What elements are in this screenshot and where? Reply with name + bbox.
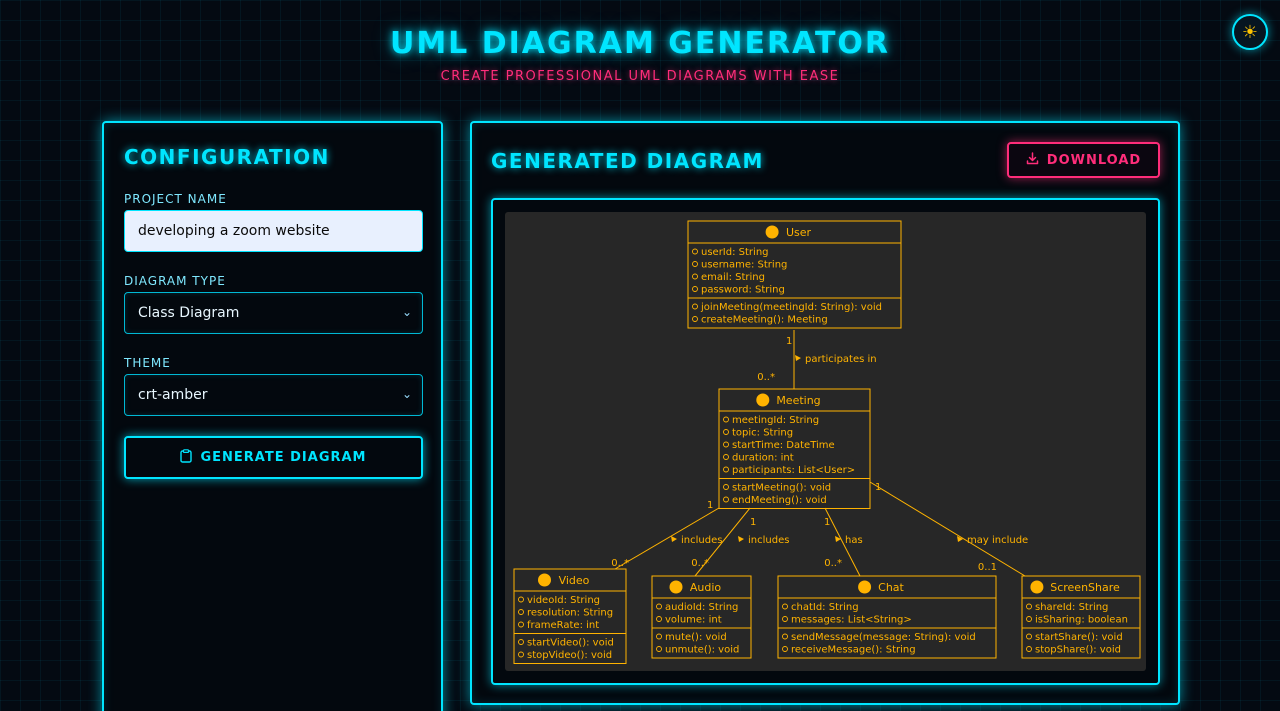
direction-arrow-icon — [795, 355, 801, 361]
relation-line — [869, 481, 1026, 577]
class-marker-icon — [538, 573, 551, 587]
multiplicity-label: 0..* — [611, 558, 629, 569]
uml-class-video[interactable]: Video videoId: String resolution: Stringfr… — [513, 568, 627, 664]
diagram-type-label: DIAGRAM TYPE — [124, 274, 226, 288]
multiplicity-label: 1 — [707, 500, 713, 511]
multiplicity-label: 0..1 — [978, 562, 997, 573]
uml-method: stopVideo(): void — [527, 650, 612, 661]
uml-attribute: startTime: DateTime — [732, 440, 835, 451]
relation-label: includes — [681, 535, 722, 546]
uml-attribute: topic: String — [732, 428, 793, 439]
theme-select[interactable]: crt-amber ⌄ — [124, 374, 423, 416]
download-button[interactable]: DOWNLOAD — [1007, 142, 1160, 178]
diagram-type-value: Class Diagram — [138, 305, 240, 321]
generate-diagram-button[interactable]: GENERATE DIAGRAM — [124, 436, 423, 479]
uml-attribute: frameRate: int — [527, 620, 599, 631]
chevron-down-icon: ⌄ — [401, 387, 412, 401]
uml-class-audio[interactable]: Audio audioId: String volume: int mute(): v… — [651, 575, 752, 659]
clipboard-icon — [180, 448, 193, 467]
app-subtitle: CREATE PROFESSIONAL UML DIAGRAMS WITH EA… — [440, 69, 840, 84]
class-marker-icon — [765, 225, 779, 239]
uml-attribute: shareId: String — [1035, 602, 1108, 613]
chevron-down-icon: ⌄ — [401, 305, 412, 319]
uml-method: startShare(): void — [1035, 632, 1123, 643]
class-marker-icon — [858, 580, 872, 594]
uml-class-name: ScreenShare — [1050, 581, 1120, 594]
relation-label: includes — [748, 535, 789, 546]
multiplicity-label: 0..* — [757, 372, 775, 383]
uml-class-name: Video — [559, 574, 590, 587]
uml-attribute: email: String — [701, 272, 765, 283]
generate-diagram-label: GENERATE DIAGRAM — [200, 450, 367, 465]
uml-method: receiveMessage(): String — [791, 645, 916, 656]
uml-class-screenshare[interactable]: ScreenShare shareId: String isSharing: boo… — [1021, 575, 1141, 659]
uml-method: startMeeting(): void — [732, 483, 831, 494]
class-marker-icon — [669, 580, 683, 594]
uml-attribute: username: String — [701, 260, 787, 271]
diagram-type-select[interactable]: Class Diagram ⌄ — [124, 292, 423, 334]
app-title: UML DIAGRAM GENERATOR — [389, 26, 891, 61]
uml-method: mute(): void — [665, 632, 727, 643]
uml-method: startVideo(): void — [527, 638, 614, 649]
uml-attribute: participants: List<User> — [732, 465, 855, 476]
uml-attribute: videoId: String — [527, 595, 600, 606]
theme-value: crt-amber — [138, 387, 208, 403]
multiplicity-label: 1 — [875, 482, 881, 493]
direction-arrow-icon — [738, 536, 744, 542]
uml-method: endMeeting(): void — [732, 495, 827, 506]
uml-attribute: isSharing: boolean — [1035, 615, 1128, 626]
multiplicity-label: 1 — [786, 336, 792, 347]
relation-label: has — [845, 535, 863, 546]
uml-relation-participates-in: participates in 1 0..* — [757, 330, 877, 389]
uml-class-name: Chat — [878, 581, 904, 594]
uml-attribute: meetingId: String — [732, 415, 819, 426]
uml-attribute: volume: int — [665, 615, 722, 626]
multiplicity-label: 1 — [824, 517, 830, 528]
uml-attribute: userId: String — [701, 247, 769, 258]
uml-class-meeting[interactable]: MeetingmeetingId: Stringtopic: Stringsta… — [718, 388, 871, 509]
uml-method: createMeeting(): Meeting — [701, 315, 828, 326]
uml-class-chat[interactable]: Chat chatId: String messages: List<String>… — [777, 575, 997, 659]
download-label: DOWNLOAD — [1046, 152, 1142, 168]
uml-class-name: Audio — [690, 581, 722, 594]
uml-class-name: Meeting — [776, 394, 820, 407]
class-marker-icon — [1030, 580, 1044, 594]
uml-method: stopShare(): void — [1035, 645, 1121, 656]
uml-method: joinMeeting(meetingId: String): void — [700, 302, 882, 313]
theme-label: THEME — [124, 356, 171, 370]
uml-method: sendMessage(message: String): void — [791, 632, 976, 643]
project-name-input[interactable] — [124, 210, 423, 252]
uml-class-name: User — [786, 226, 812, 239]
diagram-frame: User userId: String username: String email:… — [491, 198, 1160, 685]
uml-relation-has: has 1 0..* — [824, 507, 863, 577]
uml-class-user[interactable]: User userId: String username: Stringemail:… — [687, 220, 902, 329]
generated-diagram-panel: GENERATED DIAGRAM DOWNLOAD User userId: S… — [470, 121, 1180, 705]
uml-attribute: audioId: String — [665, 602, 738, 613]
generated-diagram-heading: GENERATED DIAGRAM — [491, 149, 764, 173]
multiplicity-label: 0..* — [824, 558, 842, 569]
class-marker-icon — [756, 393, 770, 407]
multiplicity-label: 1 — [750, 517, 756, 528]
uml-attribute: messages: List<String> — [791, 615, 912, 626]
uml-attribute: password: String — [701, 285, 785, 296]
download-icon — [1026, 151, 1039, 169]
uml-attribute: duration: int — [732, 453, 794, 464]
configuration-heading: CONFIGURATION — [124, 145, 330, 169]
project-name-label: PROJECT NAME — [124, 192, 227, 206]
configuration-panel: CONFIGURATION PROJECT NAME DIAGRAM TYPE … — [102, 121, 443, 711]
uml-class-diagram[interactable]: User userId: String username: String email:… — [505, 212, 1146, 671]
uml-relation-may-include: may include 1 0..1 — [869, 481, 1028, 577]
uml-attribute: chatId: String — [791, 602, 859, 613]
relation-label: may include — [967, 535, 1028, 546]
multiplicity-label: 0..* — [691, 558, 709, 569]
direction-arrow-icon — [671, 536, 677, 542]
uml-method: unmute(): void — [665, 645, 739, 656]
uml-attribute: resolution: String — [527, 608, 613, 619]
relation-label: participates in — [805, 354, 877, 365]
